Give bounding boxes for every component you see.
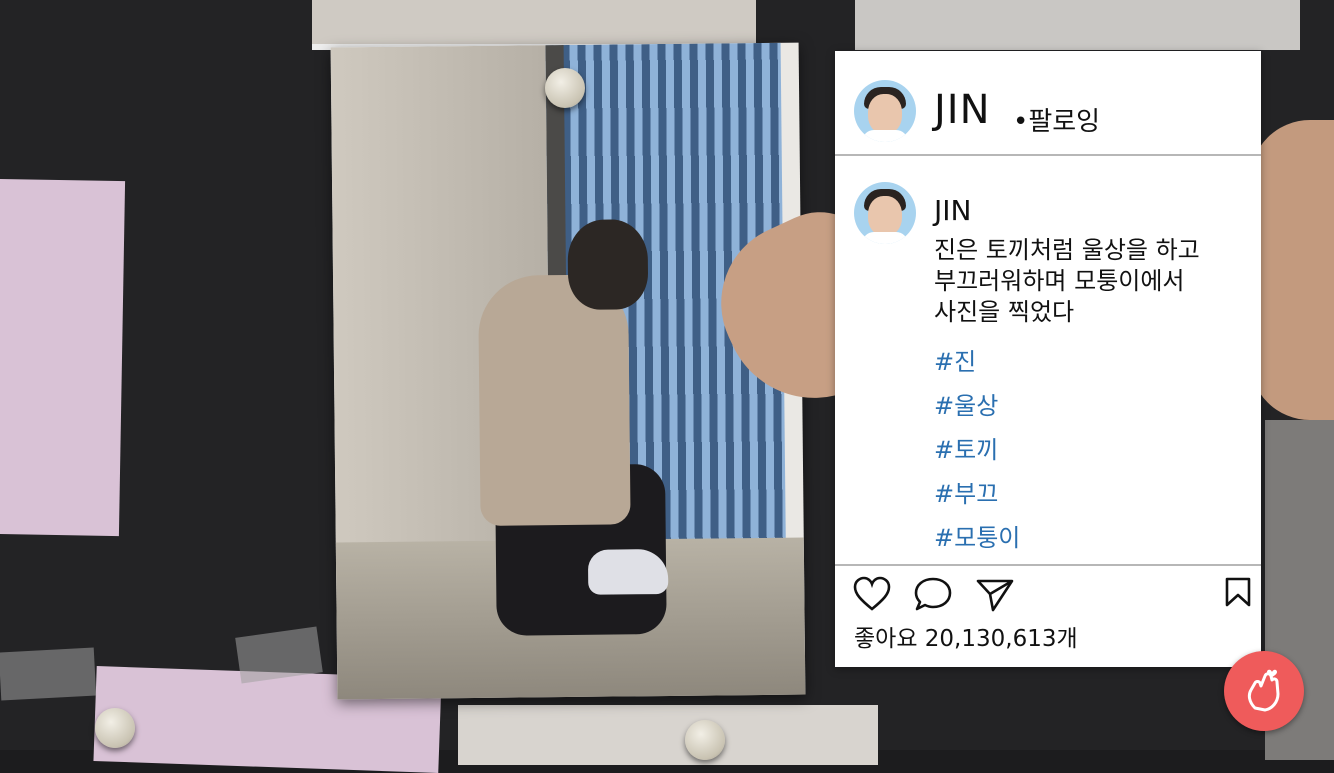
hashtag-list: #진 #울상 #토끼 #부끄 #모퉁이	[934, 340, 1020, 560]
profile-username[interactable]: JIN	[934, 87, 991, 133]
push-pin	[685, 720, 725, 760]
hashtag-link[interactable]: #부끄	[934, 472, 1020, 516]
like-count: 좋아요 20,130,613개	[854, 626, 1078, 652]
send-icon[interactable]	[975, 576, 1015, 614]
background-photo	[855, 0, 1300, 50]
post-caption: 진은 토끼처럼 울상을 하고 부끄러워하며 모퉁이에서 사진을 찍었다	[934, 236, 1200, 326]
hashtag-link[interactable]: #모퉁이	[934, 516, 1020, 560]
pinned-photo	[330, 42, 806, 700]
post-actions	[853, 576, 1253, 616]
push-pin	[545, 68, 585, 108]
tape-strip	[0, 647, 97, 701]
comment-icon[interactable]	[913, 576, 953, 614]
pink-note	[0, 178, 126, 537]
background-photo	[312, 0, 756, 50]
instagram-post-card: JIN •팔로잉 JIN 진은 토끼처럼 울상을 하고 부끄러워하며 모퉁이에서…	[835, 51, 1261, 667]
finger-heart-icon	[1247, 669, 1280, 712]
hashtag-link[interactable]: #울상	[934, 384, 1020, 428]
avatar[interactable]	[854, 80, 916, 142]
divider	[835, 564, 1261, 566]
finger-heart-button[interactable]	[1224, 651, 1304, 731]
push-pin	[95, 708, 135, 748]
bookmark-icon[interactable]	[1223, 576, 1253, 608]
hashtag-link[interactable]: #토끼	[934, 428, 1020, 472]
heart-icon[interactable]	[853, 576, 891, 612]
background-photo	[458, 705, 878, 765]
divider	[835, 154, 1261, 156]
avatar[interactable]	[854, 182, 916, 244]
hand	[1250, 120, 1334, 420]
hashtag-link[interactable]: #진	[934, 340, 1020, 384]
following-label[interactable]: •팔로잉	[1013, 101, 1100, 138]
post-username[interactable]: JIN	[934, 194, 971, 227]
